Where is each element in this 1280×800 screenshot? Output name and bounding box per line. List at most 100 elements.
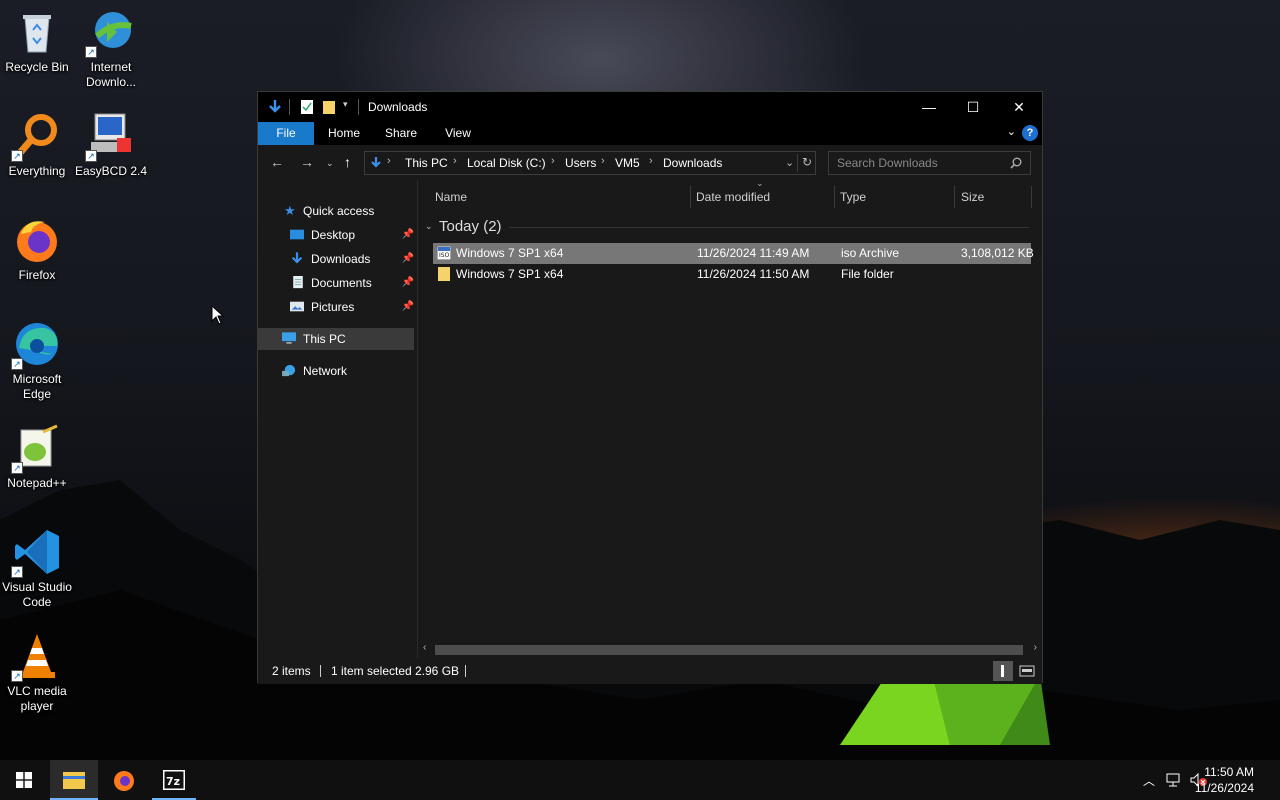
details-view-icon[interactable] [993,661,1013,681]
breadcrumb-downloads[interactable]: Downloads [663,156,722,170]
title-bar[interactable]: ▾ Downloads — ☐ ✕ [258,92,1042,122]
pin-icon[interactable]: 📌 [402,224,414,246]
tab-home[interactable]: Home [320,122,368,145]
file-row[interactable]: ISO Windows 7 SP1 x64 11/26/2024 11:49 A… [433,243,1034,264]
forward-arrow-icon[interactable]: → [300,154,314,170]
file-size: 3,108,012 KB [961,246,1034,260]
column-separator[interactable] [690,186,691,208]
file-explorer-window: ▾ Downloads — ☐ ✕ File Home Share View ⌄… [257,91,1043,684]
help-button[interactable]: ? [1022,125,1038,141]
taskbar: 7z ︿ 11:50 AM 11/26/2024 [0,760,1280,800]
breadcrumb-users[interactable]: Users [565,156,596,170]
large-icons-view-icon[interactable] [1017,661,1037,681]
download-arrow-icon [269,100,281,113]
breadcrumb-this-pc[interactable]: This PC [405,156,448,170]
desktop-icon-everything[interactable]: ↗ Everything [0,112,74,179]
desktop-icon-internet-download-manager[interactable]: ↗ Internet Downlo... [74,8,148,90]
desktop-icon-label: Internet Downlo... [85,60,137,89]
show-hidden-icons-chevron-icon[interactable]: ︿ [1143,772,1155,789]
scroll-right-arrow-icon[interactable]: › [1034,642,1037,653]
taskbar-firefox[interactable] [100,760,148,800]
nav-quick-access[interactable]: ★ Quick access [258,200,414,222]
downloads-location-icon [371,157,381,168]
refresh-icon[interactable]: ↻ [802,155,812,169]
tab-view[interactable]: View [434,122,482,145]
taskbar-7zip[interactable]: 7z [150,760,198,800]
search-box[interactable]: Search Downloads [828,151,1031,175]
desktop-icon-easybcd[interactable]: ↗ EasyBCD 2.4 [74,112,148,179]
column-separator[interactable] [954,186,955,208]
quick-access-separator [289,99,290,115]
ribbon-tabs: File Home Share View ⌄ ? [258,122,1042,145]
nav-item-pictures[interactable]: Pictures 📌 [258,296,414,318]
tab-file[interactable]: File [258,122,314,145]
system-clock[interactable]: 11:50 AM 11/26/2024 [1195,764,1254,796]
minimize-button[interactable]: — [906,92,952,122]
nav-item-desktop[interactable]: Desktop 📌 [258,224,414,246]
nav-quick-access-label: Quick access [303,204,375,218]
column-header-name[interactable]: Name [435,180,467,214]
pin-icon[interactable]: 📌 [402,296,414,318]
nav-item-label: Desktop [311,228,356,242]
breadcrumb-local-disk[interactable]: Local Disk (C:) [467,156,546,170]
file-row[interactable]: Windows 7 SP1 x64 11/26/2024 11:50 AM Fi… [433,264,1031,285]
address-bar[interactable]: › This PC › Local Disk (C:) › Users › VM… [364,151,816,175]
desktop-icon-recycle-bin[interactable]: Recycle Bin [0,8,74,75]
nav-item-label: This PC [303,332,346,346]
close-button[interactable]: ✕ [996,92,1042,122]
new-folder-icon[interactable] [322,99,336,115]
window-title: Downloads [368,100,428,114]
firefox-icon [13,216,61,264]
properties-icon[interactable] [300,99,314,115]
internet-download-manager-icon: ↗ [85,8,135,58]
back-arrow-icon[interactable]: ← [270,154,284,170]
nav-item-network[interactable]: Network [258,360,414,382]
maximize-button[interactable]: ☐ [950,92,996,122]
tab-share[interactable]: Share [376,122,426,145]
nav-item-downloads[interactable]: Downloads 📌 [258,248,414,270]
expand-ribbon-chevron-icon[interactable]: ⌄ [1007,125,1016,138]
status-bar: 2 items 1 item selected 2.96 GB [258,658,1042,684]
group-header-today[interactable]: Today (2) [439,218,502,235]
taskbar-file-explorer[interactable] [50,760,98,800]
breadcrumb-vm5[interactable]: VM5 [615,156,640,170]
scrollbar-thumb[interactable] [435,645,1023,655]
desktop-icon-vscode[interactable]: ↗ Visual Studio Code [0,528,74,610]
column-separator[interactable] [1031,186,1032,208]
svg-text:7z: 7z [166,775,180,788]
this-pc-icon [282,332,296,344]
network-status-icon[interactable] [1166,773,1182,787]
column-separator[interactable] [834,186,835,208]
desktop-folder-icon [290,229,304,240]
iso-archive-icon: ISO [437,246,451,260]
search-icon[interactable] [1010,157,1022,169]
nav-item-documents[interactable]: Documents 📌 [258,272,414,294]
column-header-type[interactable]: Type [840,180,866,214]
breadcrumb-separator: › [551,155,555,167]
start-button[interactable] [0,760,48,800]
pin-icon[interactable]: 📌 [402,272,414,294]
customize-toolbar-icon[interactable]: ▾ [343,99,348,115]
desktop-icon-firefox[interactable]: Firefox [0,216,74,283]
status-selection-size: 2.96 GB [415,664,460,678]
scroll-left-arrow-icon[interactable]: ‹ [423,642,426,653]
recent-locations-chevron-icon[interactable]: ⌄ [326,158,334,169]
desktop-icon-microsoft-edge[interactable]: ↗ Microsoft Edge [0,320,74,402]
column-header-size[interactable]: Size [961,180,984,214]
desktop-icon-label: EasyBCD 2.4 [74,164,148,178]
status-separator [465,665,466,677]
address-divider [797,154,798,172]
address-history-chevron-icon[interactable]: ⌄ [785,156,794,169]
status-item-count: 2 items [272,664,311,678]
notepadpp-icon: ↗ [11,424,61,474]
nav-item-label: Network [303,364,348,378]
desktop-icon-notepadpp[interactable]: ↗ Notepad++ [0,424,74,491]
nav-item-this-pc[interactable]: This PC [258,328,414,350]
desktop-icon-vlc[interactable]: ↗ VLC media player [0,632,74,714]
up-arrow-icon[interactable]: ↑ [344,154,351,170]
svg-text:ISO: ISO [439,252,450,259]
group-collapse-chevron-icon[interactable]: ⌄ [425,221,433,232]
desktop-icon-label: Visual Studio Code [2,580,72,609]
pin-icon[interactable]: 📌 [402,248,414,270]
horizontal-scrollbar[interactable]: ‹ › [419,641,1041,658]
